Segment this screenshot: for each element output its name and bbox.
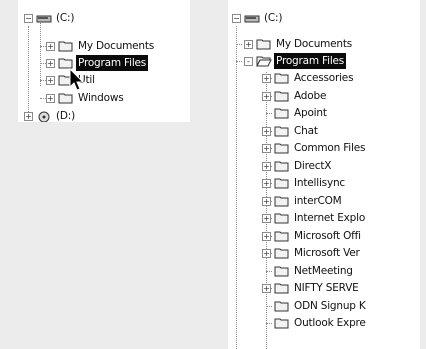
folder-icon bbox=[274, 281, 290, 295]
folder-icon bbox=[274, 194, 290, 208]
expand-toggle[interactable]: + bbox=[262, 161, 271, 171]
tree-item-label[interactable]: My Documents bbox=[274, 36, 354, 52]
tree-guide-line bbox=[266, 305, 272, 307]
collapse-toggle[interactable]: − bbox=[232, 14, 241, 23]
drive-c-label[interactable]: (C:) bbox=[54, 10, 76, 26]
expand-toggle[interactable]: + bbox=[262, 126, 271, 136]
tree-item-label-selected[interactable]: Program Files bbox=[76, 55, 149, 71]
expand-toggle[interactable]: + bbox=[46, 76, 55, 85]
right-tree-panel: − (C:) + My Documents - Program Files + … bbox=[228, 0, 420, 349]
expand-toggle[interactable]: + bbox=[262, 196, 271, 206]
tree-guide-line bbox=[266, 113, 272, 114]
expand-toggle[interactable]: + bbox=[46, 59, 55, 68]
collapse-toggle[interactable]: - bbox=[244, 57, 253, 66]
expand-toggle[interactable]: + bbox=[262, 179, 271, 188]
tree-guide-line bbox=[236, 26, 237, 349]
expand-toggle[interactable]: + bbox=[262, 284, 271, 293]
tree-item-label[interactable]: Microsoft Offi bbox=[292, 228, 363, 244]
expand-toggle[interactable]: + bbox=[262, 231, 271, 241]
tree-item-label[interactable]: DirectX bbox=[292, 158, 333, 174]
folder-icon bbox=[274, 264, 290, 278]
folder-icon bbox=[274, 89, 290, 103]
folder-open-icon bbox=[256, 54, 272, 68]
expand-toggle[interactable]: + bbox=[46, 42, 55, 51]
expand-toggle[interactable]: + bbox=[24, 112, 33, 121]
tree-guide-line bbox=[40, 22, 41, 86]
expand-toggle[interactable]: + bbox=[262, 91, 271, 101]
tree-item-label[interactable]: Adobe bbox=[292, 88, 328, 104]
cd-drive-icon bbox=[36, 109, 52, 122]
tree-item-label[interactable]: NetMeeting bbox=[292, 263, 355, 279]
expand-toggle[interactable]: + bbox=[262, 144, 271, 153]
tree-guide-line bbox=[266, 270, 272, 272]
folder-icon bbox=[274, 246, 290, 260]
folder-icon bbox=[274, 71, 290, 85]
collapse-toggle[interactable]: − bbox=[24, 14, 33, 23]
tree-item-label[interactable]: NIFTY SERVE bbox=[292, 280, 361, 296]
expand-toggle[interactable]: + bbox=[244, 40, 253, 49]
drive-d-label[interactable]: (D:) bbox=[54, 108, 77, 122]
folder-icon bbox=[274, 211, 290, 225]
tree-item-label[interactable]: Chat bbox=[292, 123, 320, 139]
folder-icon bbox=[256, 37, 272, 51]
tree-item-label[interactable]: Microsoft Ver bbox=[292, 245, 362, 261]
folder-icon bbox=[274, 299, 290, 313]
tree-item-label[interactable]: Apoint bbox=[292, 105, 329, 121]
tree-item-label[interactable]: Outlook Expre bbox=[292, 315, 368, 331]
tree-item-label[interactable]: Windows bbox=[76, 90, 125, 106]
tree-item-label[interactable]: ODN Signup K bbox=[292, 298, 368, 314]
left-tree-panel: − (C:) + My Documents + Program Files + … bbox=[18, 0, 190, 122]
tree-item-label[interactable]: interCOM bbox=[292, 193, 344, 209]
expand-toggle[interactable]: + bbox=[46, 94, 55, 103]
tree-item-label[interactable]: Internet Explo bbox=[292, 210, 367, 226]
drive-c-label[interactable]: (C:) bbox=[262, 10, 284, 26]
tree-guide-line bbox=[28, 26, 29, 116]
folder-icon bbox=[274, 141, 290, 155]
folder-icon bbox=[274, 176, 290, 190]
expand-toggle[interactable]: + bbox=[262, 214, 271, 223]
tree-item-label[interactable]: Common Files bbox=[292, 140, 367, 156]
expand-toggle[interactable]: + bbox=[262, 74, 271, 83]
hard-drive-icon bbox=[244, 11, 260, 25]
tree-item-label-selected[interactable]: Program Files bbox=[274, 53, 347, 69]
tree-item-label[interactable]: Accessories bbox=[292, 70, 355, 86]
folder-icon bbox=[274, 124, 290, 138]
hard-drive-icon bbox=[36, 11, 52, 25]
folder-icon bbox=[274, 316, 290, 330]
folder-icon bbox=[274, 159, 290, 173]
mouse-pointer-icon bbox=[69, 68, 85, 91]
folder-icon bbox=[58, 39, 74, 53]
tree-guide-line bbox=[266, 323, 272, 324]
folder-icon bbox=[274, 229, 290, 243]
folder-icon bbox=[58, 91, 74, 105]
tree-item-label[interactable]: My Documents bbox=[76, 38, 156, 54]
expand-toggle[interactable]: + bbox=[262, 249, 271, 258]
folder-icon bbox=[274, 106, 290, 120]
tree-item-label[interactable]: Intellisync bbox=[292, 175, 347, 191]
